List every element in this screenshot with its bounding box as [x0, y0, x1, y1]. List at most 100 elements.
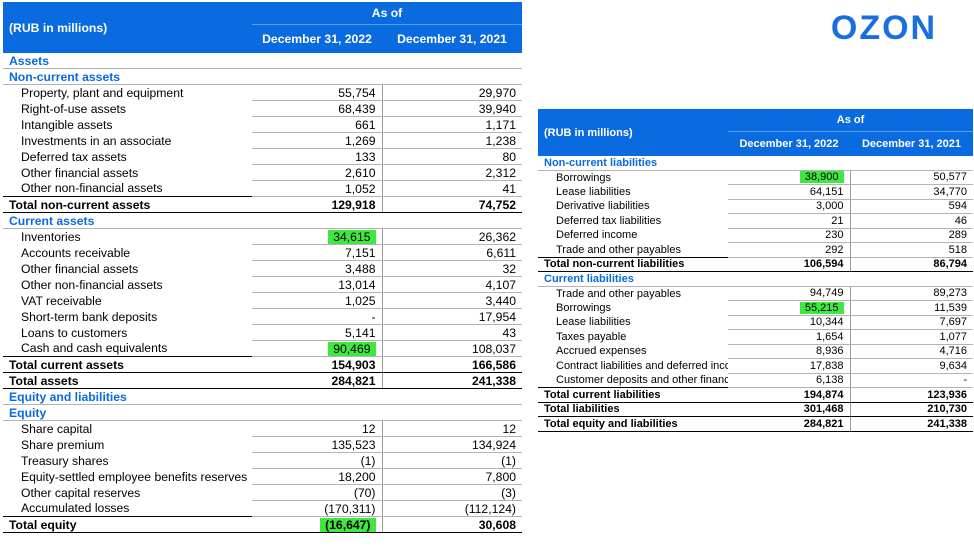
table-row: Other financial assets 2,610 2,312: [3, 164, 522, 181]
value-2021-text: 32: [502, 261, 516, 276]
as-of-header: As of: [728, 109, 973, 132]
row-label-text: Derivative liabilities: [556, 200, 650, 213]
value-2022-text: 1,025: [345, 293, 376, 308]
value-2022: 1,052: [252, 180, 382, 197]
total-row: Total liabilities 301,468 210,730: [538, 401, 973, 417]
value-2022-text: 154,903: [331, 357, 376, 372]
row-label: Other non-financial assets: [3, 277, 252, 293]
section-header: Current assets: [3, 212, 522, 229]
row-label: Loans to customers: [3, 325, 252, 341]
row-label: Other non-financial assets: [3, 181, 252, 197]
value-2021: 241,338: [381, 372, 522, 389]
value-2021-text: 4,107: [485, 277, 517, 292]
section-header: Non-current assets: [3, 68, 522, 85]
value-2022: 55,215: [728, 300, 850, 316]
value-2022-text: 55,215: [799, 301, 844, 314]
value-2022-text: 64,151: [809, 185, 844, 198]
value-2022-text: 21: [831, 214, 844, 227]
value-2022: 1,269: [252, 132, 382, 149]
table-row: Contract liabilities and deferred income…: [538, 358, 973, 374]
section-header: Assets: [3, 53, 522, 69]
row-label-text: Other capital reserves: [21, 485, 141, 500]
section-label: Equity: [3, 404, 522, 421]
value-2021-text: 7,697: [939, 316, 967, 329]
table-row: Short-term bank deposits - 17,954: [3, 308, 522, 325]
value-2021: 1,238: [381, 132, 522, 149]
row-label: Total assets: [3, 372, 252, 389]
section-label-text: Equity: [9, 405, 47, 420]
table-row: Other capital reserves (70) (3): [3, 484, 522, 501]
section-header: Equity: [3, 404, 522, 421]
value-2021-text: 594: [948, 200, 967, 213]
row-label: Treasury shares: [3, 453, 252, 469]
row-label-text: Cash and cash equivalents: [21, 341, 168, 356]
value-2021: 4,716: [849, 344, 973, 359]
value-2022-text: 94,749: [809, 287, 844, 300]
value-2022: 661: [252, 116, 382, 133]
value-2021: -: [849, 373, 973, 388]
table-row: Deferred tax liabilities 21 46: [538, 213, 973, 229]
value-2022: 106,594: [728, 256, 850, 272]
value-2021-text: 43: [502, 325, 516, 340]
value-2021: 17,954: [381, 308, 522, 325]
value-2021-text: 2,312: [485, 165, 517, 180]
column-header-2021: December 31, 2021: [382, 24, 522, 53]
value-2021: 41: [381, 180, 522, 197]
value-2021: 74,752: [381, 196, 522, 213]
table-row: Equity-settled employee benefits reserve…: [3, 468, 522, 485]
table-row: Trade and other payables 94,749 89,273: [538, 286, 973, 301]
value-2021-text: -: [963, 374, 967, 387]
row-label: Total current liabilities: [538, 387, 728, 403]
value-2022-text: -: [371, 309, 376, 324]
section-header: Non-current liabilities: [538, 156, 973, 171]
value-2022-text: 13,014: [338, 277, 376, 292]
value-2022: 12: [252, 420, 382, 437]
table-row: Other financial assets 3,488 32: [3, 260, 522, 277]
value-2021-text: 4,716: [939, 345, 967, 358]
value-2022: 55,754: [252, 84, 382, 101]
value-2022: 301,468: [728, 401, 850, 417]
row-label-text: Lease liabilities: [556, 185, 631, 198]
value-2021-text: (3): [501, 485, 516, 500]
liabilities-table: (RUB in millions) As of December 31, 202…: [538, 109, 973, 432]
row-label-text: Contract liabilities and deferred income: [556, 359, 728, 372]
value-2021-text: 1,238: [485, 133, 517, 148]
value-2021: 9,634: [849, 358, 973, 374]
value-2021-text: 241,338: [927, 417, 967, 430]
table-row: Treasury shares (1) (1): [3, 452, 522, 469]
row-label: Deferred tax assets: [3, 149, 252, 165]
row-label-text: Intangible assets: [21, 117, 113, 132]
value-2021: 1,171: [381, 116, 522, 133]
value-2021-text: (112,124): [464, 501, 516, 516]
row-label-text: Deferred tax liabilities: [556, 214, 662, 227]
value-2021: 7,800: [381, 468, 522, 485]
value-2022: 64,151: [728, 184, 850, 200]
row-label-text: Equity-settled employee benefits reserve…: [21, 469, 248, 484]
table-row: Other non-financial assets 1,052 41: [3, 180, 522, 197]
value-2021-text: 108,037: [471, 341, 516, 356]
table-row: Share premium 135,523 134,924: [3, 436, 522, 453]
row-label-text: Total assets: [9, 373, 79, 388]
value-2021-text: 17,954: [478, 309, 516, 324]
total-row: Total current assets 154,903 166,586: [3, 356, 522, 373]
table-row: Deferred tax assets 133 80: [3, 148, 522, 165]
value-2022: 135,523: [252, 436, 382, 453]
row-label: Property, plant and equipment: [3, 85, 252, 101]
value-2022-text: 661: [355, 117, 376, 132]
column-header-2022: December 31, 2022: [252, 24, 382, 53]
row-label: Other financial assets: [3, 261, 252, 277]
section-header: Equity and liabilities: [3, 388, 522, 405]
row-label-text: Total equity and liabilities: [544, 417, 678, 430]
table-row: Cash and cash equivalents 90,469 108,037: [3, 340, 522, 357]
value-2021: 289: [849, 228, 973, 243]
value-2021-text: 41: [502, 181, 516, 196]
value-2022-text: 292: [825, 243, 844, 256]
table-row: Property, plant and equipment 55,754 29,97…: [3, 84, 522, 101]
value-2022: 5,141: [252, 324, 382, 341]
value-2021: (1): [381, 452, 522, 469]
total-row: Total current liabilities 194,874 123,936: [538, 387, 973, 403]
table-row: VAT receivable 1,025 3,440: [3, 292, 522, 309]
value-2022-text: 2,610: [345, 165, 376, 180]
value-2021-text: 26,362: [478, 229, 516, 244]
table-row: Customer deposits and other financial li…: [538, 373, 973, 388]
